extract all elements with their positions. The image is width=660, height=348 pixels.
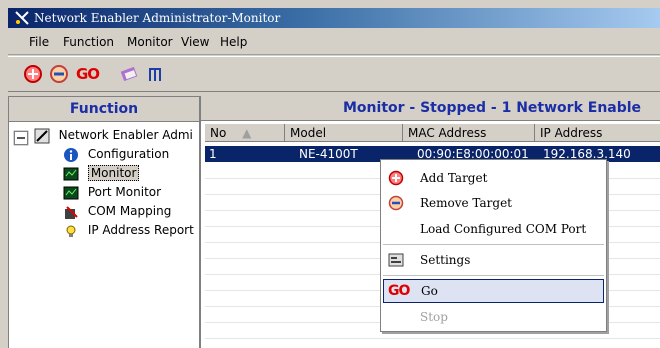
network-enabler-app-icon: [14, 10, 30, 26]
lightbulb-icon: [63, 223, 79, 239]
title-bar[interactable]: Network Enabler Administrator-Monitor: [8, 8, 660, 28]
menu-separator: [383, 275, 604, 276]
tree-item-monitor[interactable]: Monitor: [63, 164, 140, 182]
cell-no: 1: [209, 147, 217, 161]
grid-line: [205, 338, 660, 339]
menu-item-go[interactable]: GO Go: [383, 279, 604, 303]
menu-item-settings[interactable]: Settings: [383, 248, 604, 272]
add-target-icon[interactable]: [22, 63, 44, 85]
context-menu: Add Target Remove Target Load Configured…: [380, 159, 607, 332]
menu-bar: File Function Monitor View Help: [8, 30, 660, 55]
go-icon[interactable]: GO: [76, 65, 104, 87]
menu-view[interactable]: View: [181, 35, 209, 49]
column-header-model[interactable]: Model: [285, 124, 403, 142]
settings-icon: [387, 252, 405, 268]
app-window: Network Enabler Administrator-Monitor Fi…: [0, 0, 660, 348]
menu-item-load-configured-com-port[interactable]: Load Configured COM Port: [383, 217, 604, 241]
com-mapping-icon: [63, 204, 79, 220]
remove-target-icon: [387, 195, 405, 211]
monitor-status-title: Monitor - Stopped - 1 Network Enable: [343, 100, 642, 116]
tree-item-com-mapping[interactable]: COM Mapping: [63, 202, 171, 220]
sort-icon: ▲: [242, 126, 252, 140]
function-panel: Function Network Enabler Admi Configurat…: [8, 96, 200, 348]
remove-target-icon[interactable]: [48, 63, 70, 85]
info-icon: [63, 147, 79, 163]
tree-item-port-monitor[interactable]: Port Monitor: [63, 183, 161, 201]
function-header: Function: [9, 97, 199, 122]
monitor-header: Monitor - Stopped - 1 Network Enable: [201, 96, 660, 121]
tree-root[interactable]: Network Enabler Admi: [13, 126, 193, 145]
port-monitor-icon: [63, 185, 79, 201]
menu-help[interactable]: Help: [220, 35, 247, 49]
menu-item-add-target[interactable]: Add Target: [383, 166, 604, 190]
menu-function[interactable]: Function: [63, 35, 114, 49]
menu-separator: [383, 244, 604, 245]
cell-model: NE-4100T: [299, 147, 358, 161]
menu-monitor[interactable]: Monitor: [127, 35, 173, 49]
column-header-ip-address[interactable]: IP Address: [535, 124, 660, 142]
go-icon: GO: [388, 283, 410, 299]
toolbar: GO: [8, 56, 660, 92]
menu-item-remove-target[interactable]: Remove Target: [383, 191, 604, 215]
tree-item-ip-address-report[interactable]: IP Address Report: [63, 221, 194, 239]
add-target-icon: [387, 170, 405, 186]
tree-item-configuration[interactable]: Configuration: [63, 145, 169, 163]
tree-item-monitor-label: Monitor: [87, 165, 140, 181]
menu-file[interactable]: File: [29, 35, 49, 49]
window-title: Network Enabler Administrator-Monitor: [34, 11, 281, 25]
stop-icon[interactable]: [144, 63, 166, 85]
tree-root-label: Network Enabler Admi: [58, 128, 193, 142]
settings-icon[interactable]: [118, 63, 140, 85]
column-header-mac-address[interactable]: MAC Address: [403, 124, 535, 142]
collapse-icon[interactable]: [13, 130, 29, 145]
monitor-icon: [63, 166, 79, 182]
menu-item-stop[interactable]: Stop: [383, 305, 604, 329]
column-header-no[interactable]: No ▲: [205, 124, 285, 142]
network-enabler-icon: [34, 128, 50, 144]
